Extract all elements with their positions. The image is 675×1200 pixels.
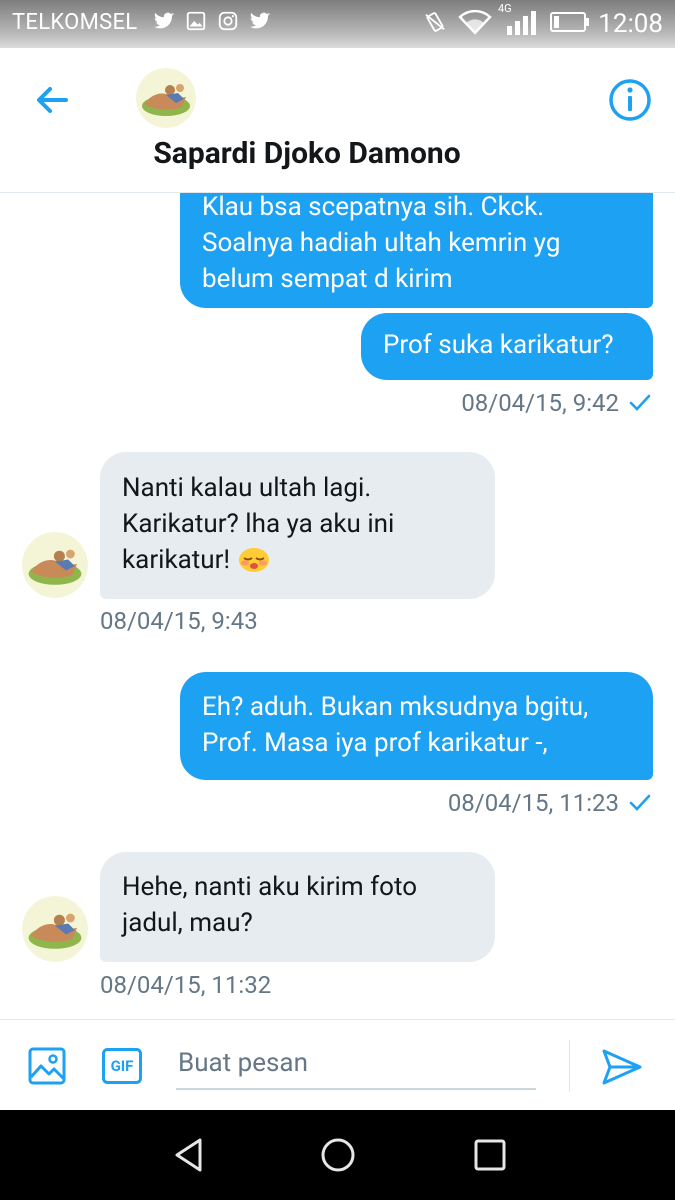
info-icon[interactable] xyxy=(606,76,654,124)
add-image-icon[interactable] xyxy=(28,1047,66,1085)
message-line: Klau bsa scepatnya sih. Ckck. xyxy=(202,193,545,222)
message-line: karikatur! xyxy=(122,542,473,578)
message-meta: 08/04/15, 11:32 xyxy=(100,971,271,999)
message-list[interactable]: Klau bsa scepatnya sih. Ckck. Soalnya ha… xyxy=(0,193,675,1019)
send-icon[interactable] xyxy=(600,1045,644,1089)
nav-home-icon[interactable] xyxy=(318,1135,358,1175)
message-line: Eh? aduh. Bukan mksudnya bgitu, xyxy=(202,692,589,722)
message-meta: 08/04/15, 9:42 xyxy=(461,389,651,417)
message-timestamp: 08/04/15, 11:23 xyxy=(447,789,619,817)
message-bubble-incoming[interactable]: Nanti kalau ultah lagi. Karikatur? lha y… xyxy=(100,452,495,599)
android-nav-bar xyxy=(0,1110,675,1200)
message-text: karikatur! xyxy=(122,545,231,575)
composer-divider xyxy=(569,1040,570,1092)
message-meta: 08/04/15, 11:23 xyxy=(448,789,651,817)
twitter-bird-icon xyxy=(249,12,271,29)
add-gif-button[interactable]: GIF xyxy=(102,1048,142,1084)
contact-avatar[interactable] xyxy=(22,896,88,962)
message-meta: 08/04/15, 9:43 xyxy=(100,607,258,635)
message-bubble-outgoing[interactable]: Prof suka karikatur? xyxy=(361,313,653,380)
read-check-icon xyxy=(629,794,651,811)
message-line: Hehe, nanti aku kirim foto xyxy=(122,872,418,902)
message-bubble-incoming[interactable]: Hehe, nanti aku kirim foto jadul, mau? xyxy=(100,852,495,962)
status-time: 12:08 xyxy=(598,9,663,39)
message-line: Prof. Masa iya prof karikatur -, xyxy=(202,728,548,758)
battery-icon xyxy=(550,12,589,32)
back-arrow-icon[interactable] xyxy=(30,78,74,122)
message-line: Soalnya hadiah ultah kemrin yg xyxy=(202,228,561,258)
image-notification-icon xyxy=(186,11,206,31)
message-line: Karikatur? lha ya aku ini xyxy=(122,509,395,539)
message-line: belum sempat d kirim xyxy=(202,264,453,294)
vibrate-icon xyxy=(425,12,445,32)
carrier-name: TELKOMSEL xyxy=(12,10,138,35)
signal-icon: 4G xyxy=(498,2,538,36)
sleepy-face-emoji-icon xyxy=(238,548,269,572)
instagram-icon xyxy=(218,11,238,31)
notification-icons xyxy=(153,10,271,32)
contact-avatar[interactable] xyxy=(22,532,88,598)
nav-back-icon[interactable] xyxy=(170,1135,210,1175)
message-timestamp: 08/04/15, 9:42 xyxy=(461,389,619,417)
status-bar: TELKOMSEL 4G 12:08 xyxy=(0,0,675,48)
message-composer: GIF xyxy=(0,1019,675,1110)
conversation-header: Sapardi Djoko Damono xyxy=(0,48,675,193)
gif-label: GIF xyxy=(110,1057,134,1075)
read-check-icon xyxy=(629,394,651,411)
contact-avatar[interactable] xyxy=(136,68,196,128)
message-bubble-outgoing[interactable]: Eh? aduh. Bukan mksudnya bgitu, Prof. Ma… xyxy=(180,672,653,780)
nav-recent-apps-icon[interactable] xyxy=(470,1135,510,1175)
message-line: Prof suka karikatur? xyxy=(383,330,614,360)
message-line: jadul, mau? xyxy=(122,908,253,938)
message-timestamp: 08/04/15, 11:32 xyxy=(100,971,272,999)
twitter-bird-icon xyxy=(153,12,175,29)
message-line: Nanti kalau ultah lagi. xyxy=(122,473,372,503)
system-icons: 4G xyxy=(424,2,590,36)
message-timestamp: 08/04/15, 9:43 xyxy=(100,607,258,635)
message-input[interactable] xyxy=(176,1038,536,1090)
wifi-icon xyxy=(458,9,492,35)
message-bubble-outgoing[interactable]: Klau bsa scepatnya sih. Ckck. Soalnya ha… xyxy=(180,193,653,308)
contact-name[interactable]: Sapardi Djoko Damono xyxy=(0,136,614,171)
